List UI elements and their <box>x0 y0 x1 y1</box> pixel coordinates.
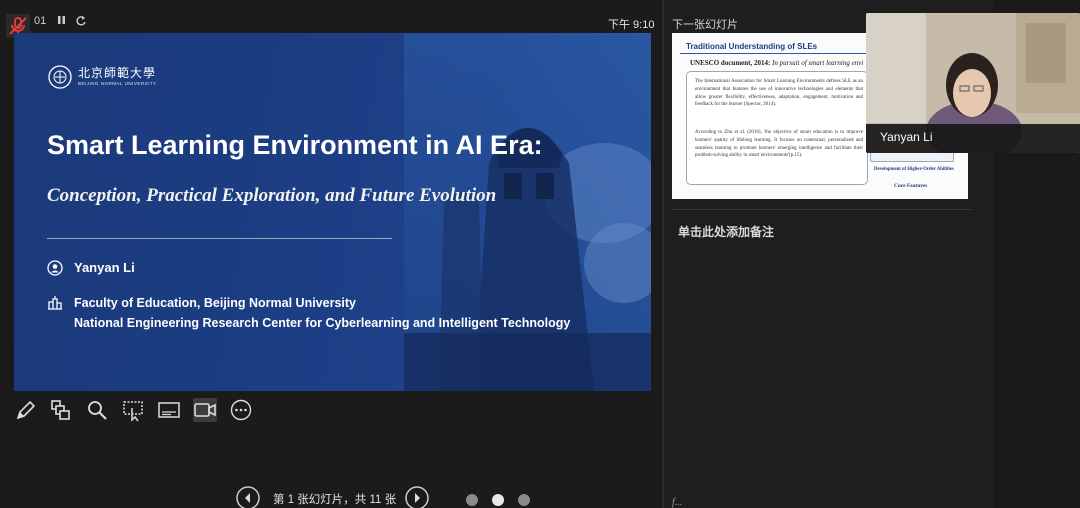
pause-icon[interactable] <box>57 15 67 27</box>
page-dot-1[interactable] <box>466 494 478 506</box>
next-slide-para-2: According to Zhu et al. (2016), 'the obj… <box>695 130 863 159</box>
pen-icon[interactable] <box>14 398 38 422</box>
slide-title: Smart Learning Environment in AI Era: <box>47 130 543 160</box>
slide-counter: 第 1 张幻灯片，共 11 张 <box>273 494 397 506</box>
subtitles-icon[interactable] <box>157 398 181 422</box>
presenter-topbar: 01 <box>0 10 662 38</box>
next-slide-para-1: The International Association for Smart … <box>695 79 863 108</box>
clock: 下午 9:10 <box>608 19 655 31</box>
page-dot-3[interactable] <box>518 494 530 506</box>
presenter-view: 01 下午 9:10 北京師範大學 BEIJING NORMAL UNIVERS… <box>0 0 662 508</box>
camera-icon[interactable] <box>193 398 217 422</box>
right-edge <box>994 153 1080 508</box>
notes-placeholder[interactable]: 单击此处添加备注 <box>678 223 774 240</box>
more-icon[interactable] <box>229 398 253 422</box>
tower-background-image <box>404 33 651 391</box>
page-dot-2[interactable] <box>492 494 504 506</box>
next-slide-card-text: Development of Higher-Order Abilities <box>874 167 954 172</box>
person-icon <box>47 260 63 276</box>
slides-grid-icon[interactable] <box>49 398 73 422</box>
zoom-icon[interactable] <box>85 398 109 422</box>
next-slide-subtitle: UNESCO document, 2014: In pursuit of sma… <box>690 59 863 67</box>
timer: 01 <box>34 15 47 27</box>
next-slide-core-label: Core Features <box>894 183 928 189</box>
slide-divider <box>47 238 392 239</box>
pointer-screen-icon[interactable] <box>121 398 145 422</box>
institution-line-1: Faculty of Education, Beijing Normal Uni… <box>74 296 356 310</box>
institution-line-2: National Engineering Research Center for… <box>74 316 571 330</box>
notes-fragment: f... <box>672 497 683 508</box>
notes-separator <box>672 209 972 210</box>
author-name: Yanyan Li <box>74 260 135 275</box>
slide-subtitle: Conception, Practical Exploration, and F… <box>47 185 497 206</box>
next-icon[interactable] <box>405 486 429 508</box>
next-slide-title-rule <box>680 53 870 54</box>
next-slide-subtitle-bold: UNESCO document, 2014: <box>690 59 771 67</box>
next-slide-textbox: The International Association for Smart … <box>686 71 868 185</box>
next-slide-title: Traditional Understanding of SLEs <box>686 42 818 51</box>
building-icon <box>48 296 62 310</box>
logo-text: 北京師範大學 <box>78 66 157 80</box>
webcam-name: Yanyan Li <box>880 130 933 144</box>
webcam-video[interactable]: Yanyan Li <box>866 13 1080 153</box>
next-slide-label: 下一张幻灯片 <box>672 19 738 31</box>
reset-icon[interactable] <box>75 15 87 27</box>
next-slide-subtitle-italic: In pursuit of smart learning envi <box>770 59 864 67</box>
prev-icon[interactable] <box>236 486 260 508</box>
logo-subtext: BEIJING NORMAL UNIVERSITY <box>78 81 157 86</box>
current-slide: 北京師範大學 BEIJING NORMAL UNIVERSITY Smart L… <box>14 33 651 391</box>
